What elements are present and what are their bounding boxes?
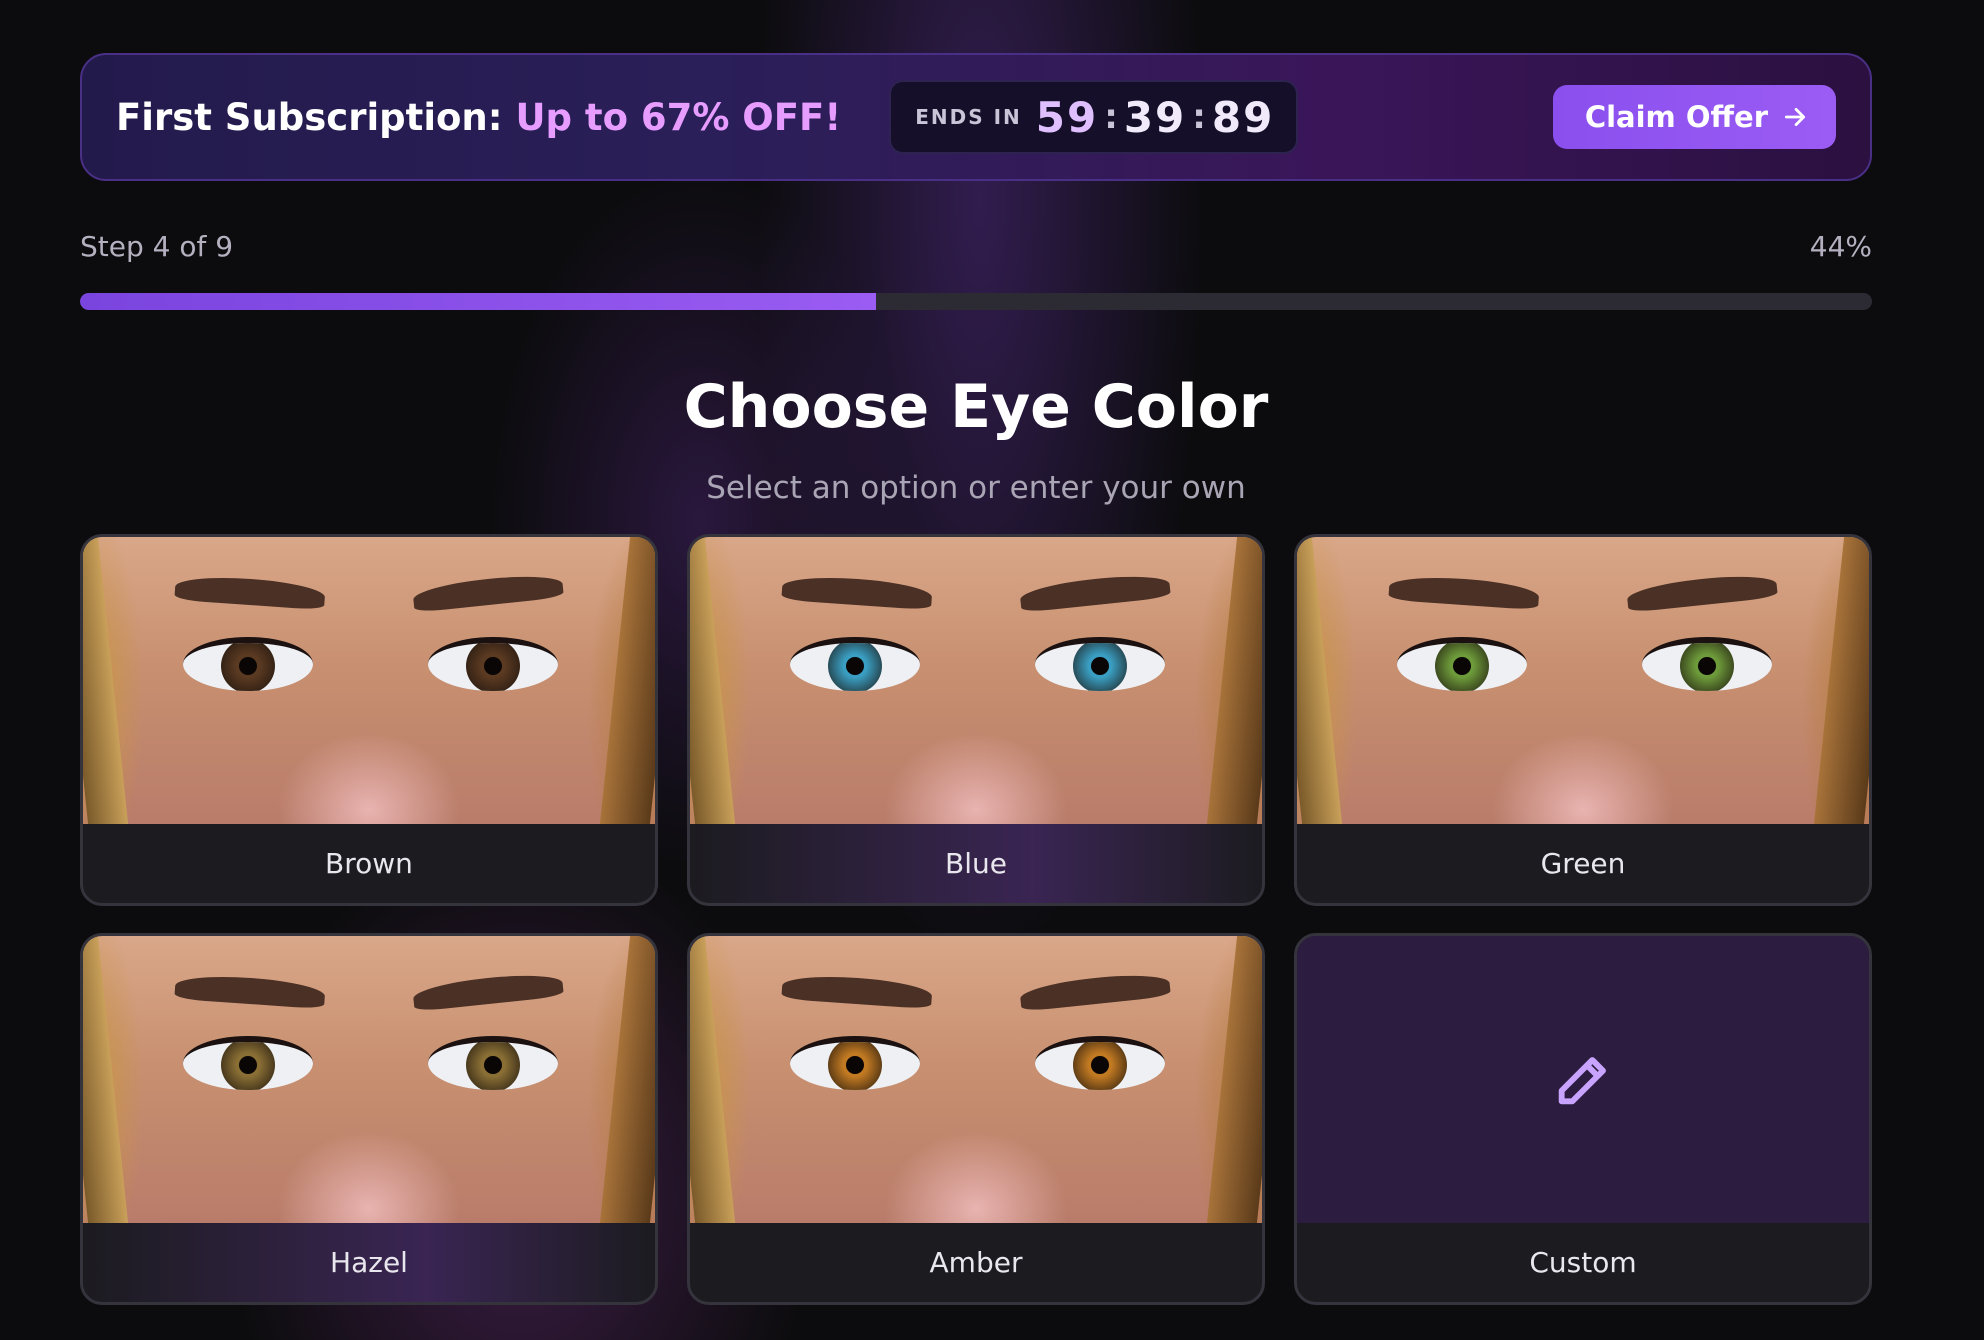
progress-header: Step 4 of 9 44% bbox=[80, 230, 1872, 263]
hair-strand bbox=[690, 537, 736, 824]
option-card-green[interactable]: Green bbox=[1294, 534, 1872, 906]
pupil bbox=[1698, 657, 1716, 675]
hair-strand bbox=[1813, 537, 1869, 824]
hair-strand bbox=[83, 936, 129, 1223]
promo-title: First Subscription: Up to 67% OFF! bbox=[116, 96, 841, 139]
timer-label: ENDS IN bbox=[915, 105, 1022, 129]
pupil bbox=[1091, 1056, 1109, 1074]
iris bbox=[1435, 643, 1489, 691]
eye bbox=[183, 637, 313, 691]
eyebrow bbox=[1019, 571, 1171, 613]
option-card-hazel[interactable]: Hazel bbox=[80, 933, 658, 1305]
option-label: Custom bbox=[1529, 1246, 1637, 1279]
timer-separator: : bbox=[1104, 97, 1118, 137]
eye bbox=[790, 637, 920, 691]
eyebrow bbox=[1626, 571, 1778, 613]
iris bbox=[1073, 1042, 1127, 1090]
progress-percent: 44% bbox=[1809, 230, 1872, 263]
option-label: Brown bbox=[325, 847, 413, 880]
hair-strand bbox=[1206, 936, 1262, 1223]
eye bbox=[428, 637, 558, 691]
pupil bbox=[1091, 657, 1109, 675]
pupil bbox=[1453, 657, 1471, 675]
iris bbox=[828, 643, 882, 691]
eyebrow bbox=[174, 573, 326, 611]
eye bbox=[183, 1036, 313, 1090]
eye-photo bbox=[690, 537, 1262, 824]
eye bbox=[1397, 637, 1527, 691]
pupil bbox=[484, 1056, 502, 1074]
pupil bbox=[484, 657, 502, 675]
hair-strand bbox=[1206, 537, 1262, 824]
timer-seconds: 39 bbox=[1123, 92, 1187, 142]
page-subtitle: Select an option or enter your own bbox=[706, 470, 1246, 506]
option-label: Amber bbox=[929, 1246, 1023, 1279]
hair-strand bbox=[690, 936, 736, 1223]
hair-strand bbox=[1297, 537, 1343, 824]
eye bbox=[790, 1036, 920, 1090]
iris bbox=[466, 1042, 520, 1090]
promo-discount: Up to 67% OFF! bbox=[515, 95, 842, 139]
eye bbox=[1035, 637, 1165, 691]
promo-title-text: First Subscription: bbox=[116, 95, 503, 139]
claim-offer-button[interactable]: Claim Offer bbox=[1552, 85, 1836, 149]
option-label: Hazel bbox=[330, 1246, 408, 1279]
iris bbox=[221, 643, 275, 691]
option-label: Green bbox=[1540, 847, 1626, 880]
timer-minutes: 59 bbox=[1035, 92, 1099, 142]
claim-offer-label: Claim Offer bbox=[1584, 100, 1768, 134]
eye bbox=[1642, 637, 1772, 691]
pencil-icon bbox=[1558, 1056, 1606, 1104]
pupil bbox=[846, 1056, 864, 1074]
hair-strand bbox=[599, 936, 655, 1223]
timer-separator: : bbox=[1192, 97, 1206, 137]
arrow-right-icon bbox=[1784, 108, 1806, 126]
option-card-blue[interactable]: Blue bbox=[687, 534, 1265, 906]
iris bbox=[828, 1042, 882, 1090]
eye-color-options: Brown Blue Green Hazel Amber Custom bbox=[80, 534, 1872, 1305]
iris bbox=[1680, 643, 1734, 691]
step-indicator: Step 4 of 9 bbox=[80, 230, 234, 263]
timer-digits: 59 : 39 : 89 bbox=[1036, 93, 1275, 142]
page-title: Choose Eye Color bbox=[683, 372, 1269, 442]
eyebrow bbox=[781, 972, 933, 1010]
option-card-custom[interactable]: Custom bbox=[1294, 933, 1872, 1305]
eyebrow bbox=[174, 972, 326, 1010]
iris bbox=[1073, 643, 1127, 691]
option-card-brown[interactable]: Brown bbox=[80, 534, 658, 906]
eye-photo bbox=[83, 537, 655, 824]
hair-strand bbox=[83, 537, 129, 824]
eyebrow bbox=[781, 573, 933, 611]
eye bbox=[1035, 1036, 1165, 1090]
pupil bbox=[846, 657, 864, 675]
eyebrow bbox=[412, 571, 564, 613]
timer-centiseconds: 89 bbox=[1211, 92, 1275, 142]
eye-photo bbox=[83, 936, 655, 1223]
pupil bbox=[239, 657, 257, 675]
eye-photo bbox=[690, 936, 1262, 1223]
custom-option-area bbox=[1297, 936, 1869, 1223]
progress-bar-fill bbox=[80, 293, 876, 310]
promo-banner: First Subscription: Up to 67% OFF! ENDS … bbox=[80, 53, 1872, 181]
progress-bar bbox=[80, 293, 1872, 310]
eyebrow bbox=[1388, 573, 1540, 611]
option-card-amber[interactable]: Amber bbox=[687, 933, 1265, 1305]
eyebrow bbox=[412, 970, 564, 1012]
countdown-timer: ENDS IN 59 : 39 : 89 bbox=[889, 80, 1299, 154]
iris bbox=[221, 1042, 275, 1090]
eyebrow bbox=[1019, 970, 1171, 1012]
option-label: Blue bbox=[945, 847, 1007, 880]
iris bbox=[466, 643, 520, 691]
eye-photo bbox=[1297, 537, 1869, 824]
eye bbox=[428, 1036, 558, 1090]
pupil bbox=[239, 1056, 257, 1074]
hair-strand bbox=[599, 537, 655, 824]
